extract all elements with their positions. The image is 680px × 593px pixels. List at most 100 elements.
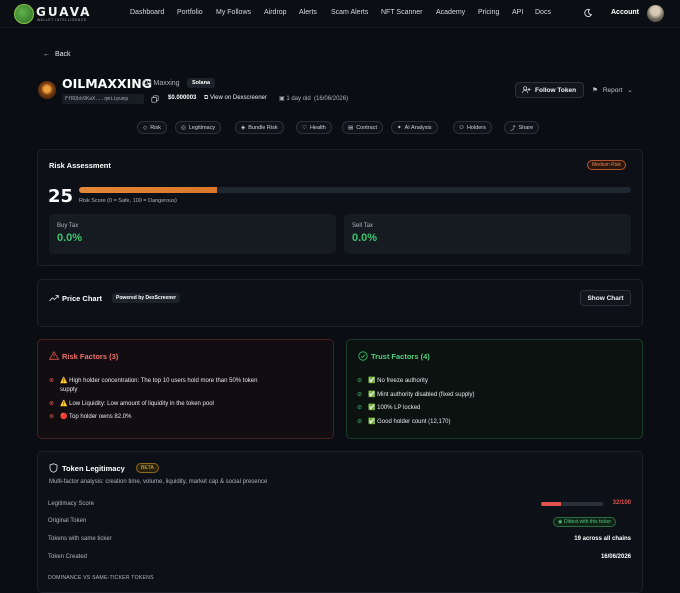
nav-docs[interactable]: Docs	[535, 9, 551, 16]
follow-token-button[interactable]: Follow Token	[515, 82, 584, 98]
top-nav: GUAVA WALLET INTELLIGENCE Dashboard Port…	[0, 0, 680, 28]
nav-alerts[interactable]: Alerts	[299, 9, 317, 16]
tab-share[interactable]: ⤴ Share	[504, 121, 540, 134]
shield-icon: ◇	[143, 124, 148, 131]
check-circle-icon: ◎	[181, 124, 186, 131]
sell-tax-value: 0.0%	[352, 232, 378, 244]
risk-factor-item: ⚠️ Low Liquidity: Low amount of liquidit…	[60, 401, 214, 407]
nav-academy[interactable]: Academy	[436, 9, 465, 16]
trust-factor-item: ✅ 100% LP locked	[368, 405, 421, 411]
risk-score-caption: Risk Score (0 = Safe, 100 = Dangerous)	[79, 198, 177, 204]
legitimacy-subtitle: Multi-factor analysis: creation time, vo…	[49, 479, 268, 485]
back-label: Back	[55, 51, 71, 58]
legitimacy-score-fill	[541, 502, 561, 506]
follow-label: Follow Token	[535, 86, 577, 94]
dominance-heading: DOMINANCE VS SAME-TICKER TOKENS	[48, 575, 154, 581]
same-ticker-label: Tokens with same ticker	[48, 536, 112, 542]
risk-level-badge: Medium Risk	[587, 160, 626, 170]
user-avatar[interactable]	[647, 5, 664, 22]
created-date: (16/06/2026)	[314, 96, 349, 102]
risk-score: 25	[48, 186, 74, 207]
buy-tax-label: Buy Tax	[57, 223, 79, 229]
dexscreener-link[interactable]: ⧉ View on Dexscreener	[204, 95, 267, 102]
legitimacy-score-label: Legitimacy Score	[48, 501, 95, 507]
layers-icon: ◈	[241, 124, 246, 131]
nav-portfolio[interactable]: Portfolio	[177, 9, 203, 16]
risk-factor-item: ⚠️ High holder concentration: The top 10…	[60, 378, 258, 384]
trust-factor-item: ✅ Mint authority disabled (fixed supply)	[368, 392, 475, 398]
price-chart-title: Price Chart	[62, 294, 103, 303]
powered-by-badge: Powered by DexScreener	[112, 293, 181, 303]
oldest-ticker-badge: ◉ Oldest with this ticker	[553, 517, 617, 527]
x-circle-icon: ⊗	[49, 401, 55, 407]
dexscreener-label: View on Dexscreener	[209, 95, 267, 101]
original-token-label: Original Token	[48, 518, 87, 524]
sell-tax-label: Sell Tax	[352, 223, 373, 229]
risk-factor-item: 🔴 Top holder owns 82.0%	[60, 414, 132, 420]
logo-subtitle: WALLET INTELLIGENCE	[37, 18, 87, 22]
nav-dashboard[interactable]: Dashboard	[130, 9, 164, 16]
check-circle-icon: ⊘	[357, 419, 363, 425]
tab-risk[interactable]: ◇ Risk	[137, 121, 167, 134]
check-circle-icon: ⊘	[357, 378, 363, 384]
document-icon: ▤	[348, 124, 354, 131]
nav-nft-scanner[interactable]: NFT Scanner	[381, 9, 423, 16]
guava-logo[interactable]: GUAVA WALLET INTELLIGENCE	[14, 4, 96, 24]
trust-factor-item: ✅ No freeze authority	[368, 378, 428, 384]
tab-holders[interactable]: ⚇ Holders	[453, 121, 492, 134]
tab-label: AI Analysis	[404, 124, 432, 131]
user-plus-icon	[522, 86, 531, 94]
trust-factor-item: ✅ Good holder count (12,170)	[368, 419, 451, 425]
nav-api[interactable]: API	[512, 9, 523, 16]
share-icon: ⤴	[510, 125, 516, 132]
flag-icon: ⚑	[592, 87, 598, 94]
trending-up-icon	[49, 295, 59, 302]
risk-score-fill	[79, 187, 217, 193]
price-chart-card	[37, 279, 643, 327]
token-created-value: 16/06/2026	[600, 554, 631, 560]
token-name: Oil Maxxing	[143, 80, 180, 87]
alert-triangle-icon	[49, 351, 59, 360]
same-ticker-value: 19 across all chains	[574, 536, 631, 542]
show-chart-button[interactable]: Show Chart	[580, 290, 631, 306]
legitimacy-score-value: 32/100	[612, 500, 631, 506]
tab-label: Holders	[466, 124, 486, 131]
buy-tax-box: Buy Tax 0.0%	[49, 214, 336, 254]
users-icon: ⚇	[459, 124, 464, 131]
trust-factors-title: Trust Factors (4)	[371, 352, 430, 361]
nav-pricing[interactable]: Pricing	[478, 9, 499, 16]
beta-badge: BETA	[136, 463, 159, 473]
tab-ai-analysis[interactable]: ✦ AI Analysis	[391, 121, 438, 134]
report-button[interactable]: ⚑ Report ⌄	[592, 82, 640, 98]
copy-icon[interactable]	[151, 95, 159, 103]
risk-assessment-title: Risk Assessment	[49, 161, 111, 170]
check-circle-icon	[358, 351, 368, 361]
report-label: Report	[602, 86, 623, 94]
logo-word: GUAVA	[36, 5, 92, 19]
tab-contract[interactable]: ▤ Contract	[342, 121, 383, 134]
x-circle-icon: ⊗	[49, 378, 55, 384]
guava-logo-icon	[14, 4, 34, 24]
nav-airdrop[interactable]: Airdrop	[264, 9, 287, 16]
sell-tax-box: Sell Tax 0.0%	[344, 214, 631, 254]
tab-bundle-risk[interactable]: ◈ Bundle Risk	[235, 121, 284, 134]
tab-health[interactable]: ♡ Health	[296, 121, 332, 134]
tab-label: Health	[309, 124, 326, 131]
nav-scam-alerts[interactable]: Scam Alerts	[331, 9, 368, 16]
moon-icon[interactable]	[583, 8, 593, 18]
token-address[interactable]: FfRQbb9KaX...qmiipump	[62, 94, 144, 104]
tab-legitimacy[interactable]: ◎ Legitimacy	[175, 121, 222, 134]
chevron-down-icon: ⌄	[627, 87, 633, 94]
risk-score-bar	[79, 187, 631, 193]
heart-icon: ♡	[302, 124, 307, 131]
check-circle-icon: ⊘	[357, 405, 363, 411]
shield-icon	[49, 463, 58, 473]
account-link[interactable]: Account	[611, 9, 639, 16]
x-circle-icon: ⊗	[49, 414, 55, 420]
arrow-left-icon: ←	[43, 51, 50, 58]
nav-my-follows[interactable]: My Follows	[216, 9, 251, 16]
chain-badge: Solana	[187, 78, 216, 88]
risk-factors-title: Risk Factors (3)	[62, 352, 119, 361]
oldest-label: Oldest with this ticker	[563, 519, 612, 525]
back-link[interactable]: ← Back	[43, 51, 71, 58]
